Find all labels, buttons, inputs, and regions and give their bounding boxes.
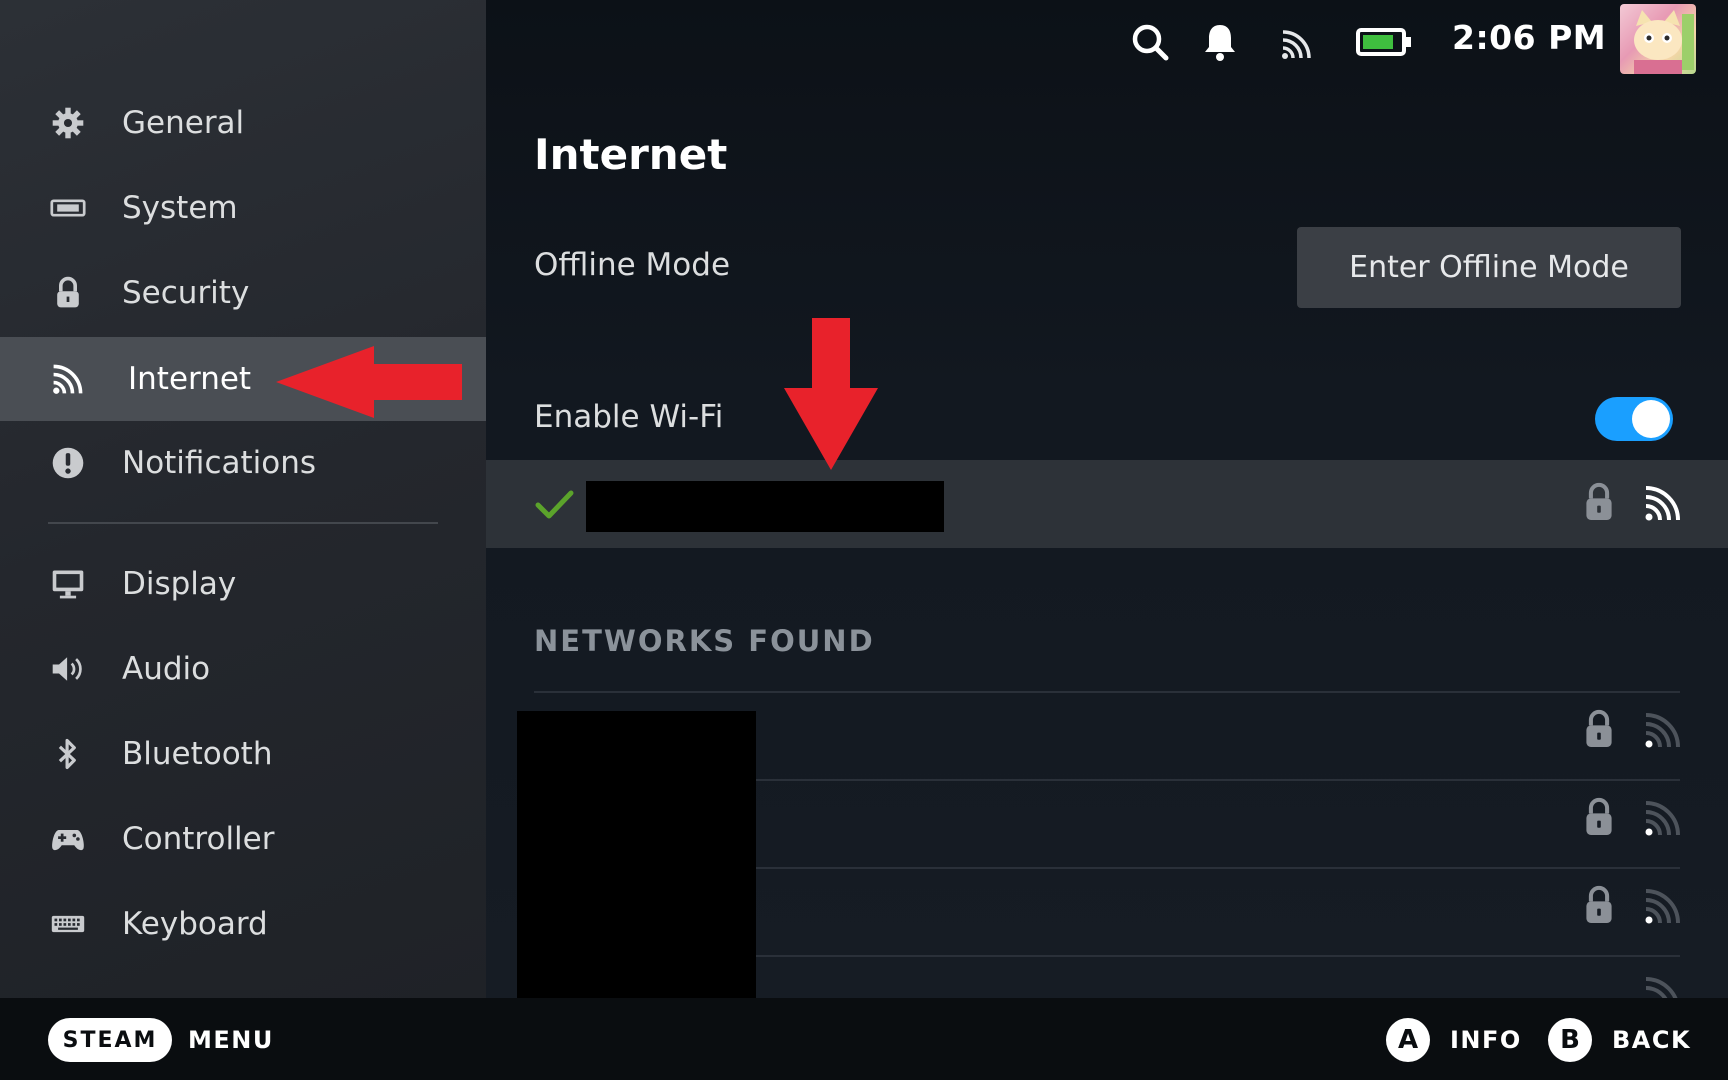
avatar[interactable] (1620, 4, 1696, 74)
wifi-signal-icon (1642, 707, 1686, 755)
speaker-icon (48, 651, 88, 687)
sidebar-item-general[interactable]: General (0, 81, 486, 165)
search-icon[interactable] (1128, 20, 1172, 64)
menu-label: MENU (188, 1026, 274, 1054)
back-label: BACK (1612, 1026, 1692, 1054)
lock-icon (1581, 795, 1617, 843)
enter-offline-mode-button[interactable]: Enter Offline Mode (1297, 227, 1681, 308)
clock: 2:06 PM (1452, 18, 1607, 57)
redacted-network-name (586, 481, 944, 532)
annotation-arrow-left (276, 346, 462, 418)
gamepad-icon (48, 821, 88, 857)
sidebar-item-label: Internet (128, 361, 252, 397)
sidebar-item-label: Keyboard (122, 906, 268, 942)
sidebar-item-controller[interactable]: Controller (0, 797, 486, 881)
bluetooth-icon (48, 736, 88, 772)
bell-icon[interactable] (1198, 20, 1242, 64)
steam-button[interactable]: STEAM (48, 1018, 172, 1062)
page-title: Internet (534, 130, 728, 179)
lock-icon (48, 275, 88, 311)
offline-mode-label: Offline Mode (534, 247, 731, 283)
alert-icon (48, 445, 88, 481)
sidebar-item-label: Display (122, 566, 237, 602)
b-button-glyph[interactable]: B (1548, 1018, 1592, 1062)
sidebar-item-label: Controller (122, 821, 275, 857)
sidebar-item-bluetooth[interactable]: Bluetooth (0, 712, 486, 796)
lock-icon (1581, 883, 1617, 931)
annotation-arrow-down (784, 318, 878, 470)
keyboard-icon (48, 906, 88, 942)
checkmark-icon (534, 484, 574, 528)
monitor-icon (48, 566, 88, 602)
networks-found-heading: NETWORKS FOUND (534, 624, 875, 658)
battery-icon (1356, 20, 1412, 64)
system-icon (48, 190, 88, 226)
sidebar-item-label: General (122, 105, 245, 141)
sidebar-item-label: Security (122, 275, 250, 311)
sidebar-item-display[interactable]: Display (0, 542, 486, 626)
lock-icon (1581, 480, 1617, 528)
sidebar-item-notifications[interactable]: Notifications (0, 421, 486, 505)
a-button-glyph[interactable]: A (1386, 1018, 1430, 1062)
sidebar-item-system[interactable]: System (0, 166, 486, 250)
enable-wifi-label: Enable Wi-Fi (534, 399, 724, 435)
toggle-knob (1632, 400, 1670, 438)
sidebar-item-security[interactable]: Security (0, 251, 486, 335)
sidebar-item-keyboard[interactable]: Keyboard (0, 882, 486, 966)
sidebar-item-label: Audio (122, 651, 211, 687)
sidebar-item-label: Notifications (122, 445, 317, 481)
info-label: INFO (1450, 1026, 1522, 1054)
wifi-toggle[interactable] (1595, 397, 1673, 441)
sidebar-item-label: Bluetooth (122, 736, 273, 772)
wifi-icon (48, 361, 88, 397)
connected-network-row[interactable] (486, 460, 1728, 548)
wifi-icon (1274, 20, 1318, 64)
wifi-signal-icon (1642, 480, 1686, 528)
settings-sidebar: General System Security Internet Notific… (0, 0, 486, 998)
sidebar-divider (48, 522, 438, 524)
redacted-network-names (517, 711, 756, 1003)
wifi-signal-icon (1642, 883, 1686, 931)
sidebar-item-label: System (122, 190, 238, 226)
wifi-signal-icon (1642, 971, 1680, 998)
lock-icon (1581, 707, 1617, 755)
wifi-signal-icon (1642, 795, 1686, 843)
gear-icon (48, 105, 88, 141)
sidebar-item-audio[interactable]: Audio (0, 627, 486, 711)
